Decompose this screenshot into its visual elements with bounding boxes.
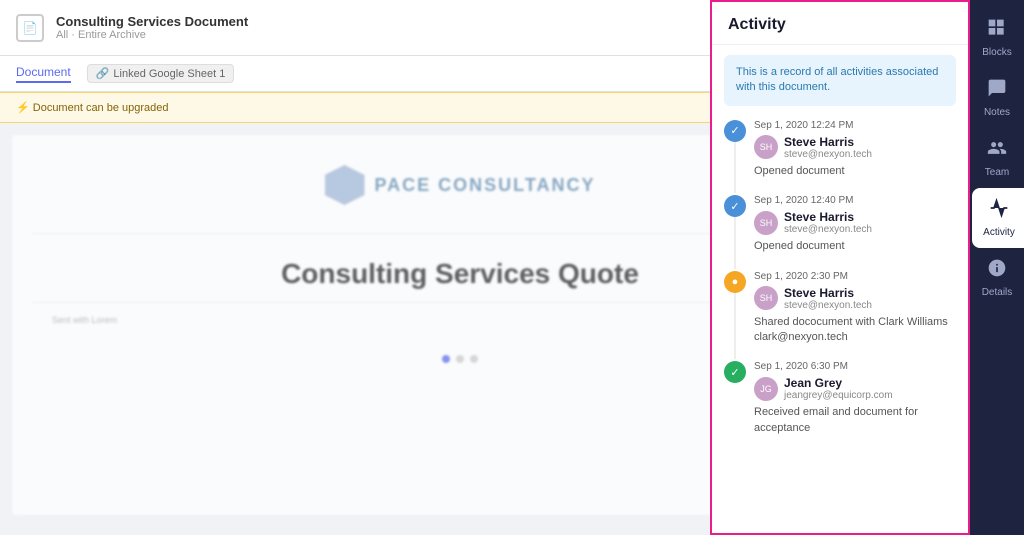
- activity-time: Sep 1, 2020 6:30 PM: [754, 361, 956, 372]
- activity-content: Sep 1, 2020 12:24 PM SH Steve Harris ste…: [754, 120, 956, 179]
- banner-text: ⚡ Document can be upgraded: [16, 101, 169, 114]
- tab-document[interactable]: Document: [16, 65, 71, 83]
- activity-user-row: SH Steve Harris steve@nexyon.tech: [754, 210, 956, 235]
- user-email: steve@nexyon.tech: [784, 224, 872, 235]
- activity-description: Received email and document for acceptan…: [754, 405, 956, 436]
- activity-time: Sep 1, 2020 2:30 PM: [754, 271, 956, 282]
- activity-user-row: SH Steve Harris steve@nexyon.tech: [754, 286, 956, 311]
- details-label: Details: [982, 287, 1013, 298]
- company-name: PACE CONSULTANCY: [375, 175, 596, 196]
- sidebar-item-team[interactable]: Team: [970, 128, 1024, 188]
- blocks-icon: [987, 18, 1007, 43]
- activity-description: Opened document: [754, 164, 956, 179]
- notes-label: Notes: [984, 107, 1010, 118]
- user-name: Jean Grey: [784, 376, 893, 390]
- activity-info-box: This is a record of all activities assoc…: [724, 55, 956, 106]
- user-name: Steve Harris: [784, 210, 872, 224]
- sidebar-item-blocks[interactable]: Blocks: [970, 8, 1024, 68]
- activity-list-item: ● Sep 1, 2020 2:30 PM SH Steve Harris st…: [724, 271, 956, 346]
- activity-time: Sep 1, 2020 12:24 PM: [754, 120, 956, 131]
- activity-content: Sep 1, 2020 12:40 PM SH Steve Harris ste…: [754, 195, 956, 254]
- activity-user-row: JG Jean Grey jeangrey@equicorp.com: [754, 376, 956, 401]
- activity-dot: ●: [724, 271, 746, 293]
- document-title: Consulting Services Document: [56, 14, 725, 29]
- dot-nav: [442, 355, 478, 363]
- activity-dot: ✓: [724, 195, 746, 217]
- document-icon: 📄: [16, 14, 44, 42]
- activity-content: Sep 1, 2020 2:30 PM SH Steve Harris stev…: [754, 271, 956, 346]
- document-title-area: Consulting Services Document All · Entir…: [56, 14, 725, 41]
- details-icon: [987, 258, 1007, 283]
- activity-list: ✓ Sep 1, 2020 12:24 PM SH Steve Harris s…: [712, 116, 968, 533]
- user-email: steve@nexyon.tech: [784, 149, 872, 160]
- linked-badge[interactable]: 🔗 Linked Google Sheet 1: [87, 64, 235, 83]
- link-icon: 🔗: [96, 67, 110, 80]
- user-email: steve@nexyon.tech: [784, 300, 872, 311]
- logo-area: PACE CONSULTANCY: [325, 165, 596, 205]
- doc-main-title: Consulting Services Quote: [281, 258, 639, 290]
- sidebar-item-activity[interactable]: Activity: [972, 188, 1024, 248]
- user-avatar: SH: [754, 135, 778, 159]
- user-avatar: SH: [754, 211, 778, 235]
- user-info: Steve Harris steve@nexyon.tech: [784, 286, 872, 311]
- team-icon: [987, 138, 1007, 163]
- right-sidebar: Blocks Notes Team Activity Details: [970, 0, 1024, 535]
- activity-content: Sep 1, 2020 6:30 PM JG Jean Grey jeangre…: [754, 361, 956, 436]
- activity-list-item: ✓ Sep 1, 2020 12:40 PM SH Steve Harris s…: [724, 195, 956, 254]
- activity-title: Activity: [712, 2, 968, 45]
- field-left: Sent with Lorem: [52, 315, 117, 335]
- user-name: Steve Harris: [784, 286, 872, 300]
- user-info: Steve Harris steve@nexyon.tech: [784, 135, 872, 160]
- activity-description: Opened document: [754, 239, 956, 254]
- team-label: Team: [985, 167, 1009, 178]
- blocks-label: Blocks: [982, 47, 1011, 58]
- user-email: jeangrey@equicorp.com: [784, 390, 893, 401]
- company-logo: [325, 165, 365, 205]
- user-info: Steve Harris steve@nexyon.tech: [784, 210, 872, 235]
- activity-dot: ✓: [724, 120, 746, 142]
- activity-icon: [989, 198, 1009, 223]
- user-avatar: JG: [754, 377, 778, 401]
- user-name: Steve Harris: [784, 135, 872, 149]
- activity-list-item: ✓ Sep 1, 2020 6:30 PM JG Jean Grey jeang…: [724, 361, 956, 436]
- activity-time: Sep 1, 2020 12:40 PM: [754, 195, 956, 206]
- activity-panel: Activity This is a record of all activit…: [710, 0, 970, 535]
- activity-list-item: ✓ Sep 1, 2020 12:24 PM SH Steve Harris s…: [724, 120, 956, 179]
- sidebar-item-notes[interactable]: Notes: [970, 68, 1024, 128]
- activity-label: Activity: [983, 227, 1015, 238]
- activity-dot: ✓: [724, 361, 746, 383]
- activity-user-row: SH Steve Harris steve@nexyon.tech: [754, 135, 956, 160]
- user-info: Jean Grey jeangrey@equicorp.com: [784, 376, 893, 401]
- user-avatar: SH: [754, 286, 778, 310]
- activity-description: Shared dococument with Clark Williams cl…: [754, 315, 956, 346]
- sidebar-item-details[interactable]: Details: [970, 248, 1024, 308]
- notes-icon: [987, 78, 1007, 103]
- document-subtitle: All · Entire Archive: [56, 29, 725, 41]
